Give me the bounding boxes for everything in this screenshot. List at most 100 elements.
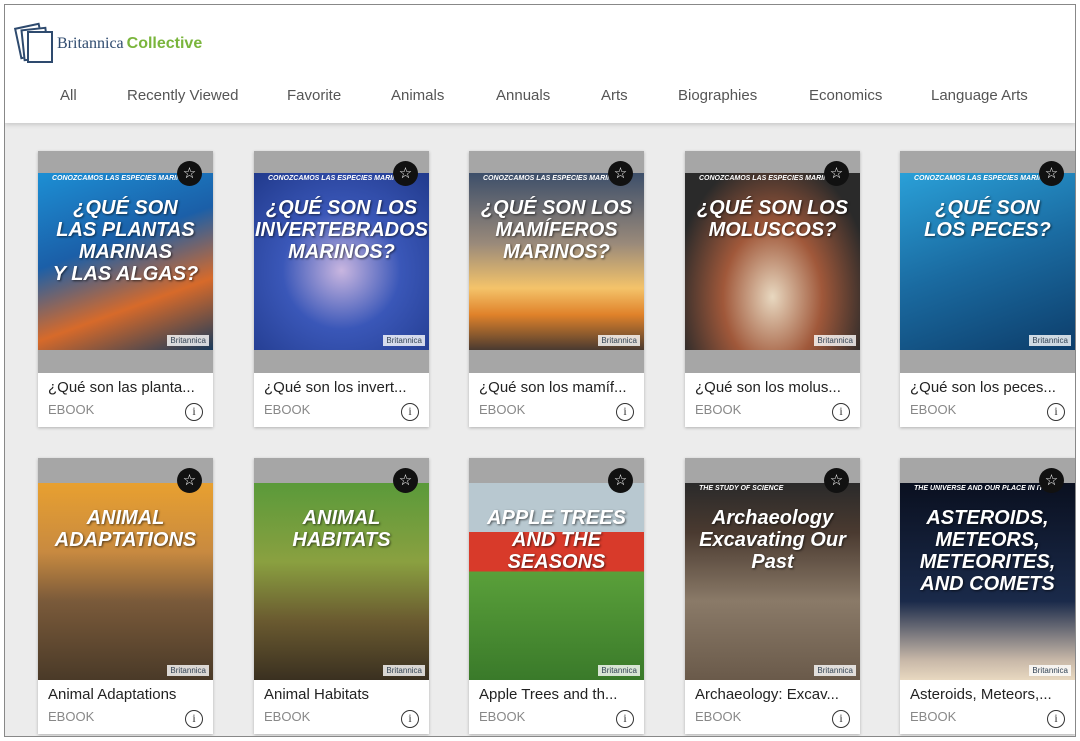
star-icon[interactable]: ☆ (177, 161, 202, 186)
book-title[interactable]: ¿Qué son los peces... (910, 379, 1065, 396)
book-title[interactable]: Animal Habitats (264, 686, 419, 703)
cover-series: CONOZCAMOS LAS ESPECIES MARINAS (52, 175, 191, 182)
book-thumbnail[interactable]: ANIMAL HABITATS Britannica ☆ (254, 458, 429, 680)
star-icon[interactable]: ☆ (608, 161, 633, 186)
star-icon[interactable]: ☆ (1039, 468, 1064, 493)
cover-publisher: Britannica (814, 335, 856, 346)
cover-publisher: Britannica (1029, 335, 1071, 346)
book-title[interactable]: Apple Trees and th... (479, 686, 634, 703)
book-type: EBOOK (48, 402, 95, 417)
book-meta: ¿Qué son las planta... EBOOK i (38, 373, 213, 427)
book-cover: CONOZCAMOS LAS ESPECIES MARINAS ¿QUÉ SON… (38, 173, 213, 350)
book-title[interactable]: ¿Qué son los molus... (695, 379, 850, 396)
book-card[interactable]: ANIMAL HABITATS Britannica ☆ Animal Habi… (254, 458, 429, 734)
book-type: EBOOK (910, 709, 957, 724)
book-thumbnail[interactable]: CONOZCAMOS LAS ESPECIES MARINAS ¿QUÉ SON… (469, 151, 644, 373)
book-thumbnail[interactable]: APPLE TREES AND THE SEASONS Britannica ☆ (469, 458, 644, 680)
book-title[interactable]: Archaeology: Excav... (695, 686, 850, 703)
book-card[interactable]: CONOZCAMOS LAS ESPECIES MARINAS ¿QUÉ SON… (38, 151, 213, 427)
star-icon[interactable]: ☆ (177, 468, 202, 493)
book-cover: CONOZCAMOS LAS ESPECIES MARINAS ¿QUÉ SON… (685, 173, 860, 350)
book-thumbnail[interactable]: ANIMAL ADAPTATIONS Britannica ☆ (38, 458, 213, 680)
cover-title: ¿QUÉ SON LOS PECES? (924, 197, 1051, 241)
book-thumbnail[interactable]: CONOZCAMOS LAS ESPECIES MARINAS ¿QUÉ SON… (38, 151, 213, 373)
book-card[interactable]: CONOZCAMOS LAS ESPECIES MARINAS ¿QUÉ SON… (469, 151, 644, 427)
book-title[interactable]: Asteroids, Meteors,... (910, 686, 1065, 703)
nav-tab-arts[interactable]: Arts (601, 87, 628, 104)
cover-publisher: Britannica (167, 335, 209, 346)
star-icon[interactable]: ☆ (393, 468, 418, 493)
book-title[interactable]: ¿Qué son los invert... (264, 379, 419, 396)
book-card[interactable]: THE UNIVERSE AND OUR PLACE IN IT ASTEROI… (900, 458, 1075, 734)
cover-publisher: Britannica (167, 665, 209, 676)
star-icon[interactable]: ☆ (824, 468, 849, 493)
cover-title: APPLE TREES AND THE SEASONS (487, 507, 626, 573)
info-icon[interactable]: i (616, 403, 634, 421)
info-icon[interactable]: i (401, 403, 419, 421)
info-icon[interactable]: i (832, 403, 850, 421)
book-meta: Animal Adaptations EBOOK i (38, 680, 213, 734)
nav-tab-animals[interactable]: Animals (391, 87, 444, 104)
info-icon[interactable]: i (1047, 403, 1065, 421)
cover-title: ¿QUÉ SON LOS MAMÍFEROS MARINOS? (480, 197, 633, 263)
nav-tab-annuals[interactable]: Annuals (496, 87, 550, 104)
cover-title: ASTEROIDS, METEORS, METEORITES, AND COME… (919, 507, 1056, 595)
info-icon[interactable]: i (185, 403, 203, 421)
book-type: EBOOK (479, 709, 526, 724)
book-card[interactable]: APPLE TREES AND THE SEASONS Britannica ☆… (469, 458, 644, 734)
info-icon[interactable]: i (1047, 710, 1065, 728)
book-type: EBOOK (264, 709, 311, 724)
nav-tab-recently-viewed[interactable]: Recently Viewed (127, 87, 238, 104)
cover-publisher: Britannica (814, 665, 856, 676)
book-card[interactable]: CONOZCAMOS LAS ESPECIES MARINAS ¿QUÉ SON… (254, 151, 429, 427)
cover-title: ¿QUÉ SON LOS MOLUSCOS? (696, 197, 849, 241)
book-cover: THE UNIVERSE AND OUR PLACE IN IT ASTEROI… (900, 483, 1075, 680)
book-meta: ¿Qué son los molus... EBOOK i (685, 373, 860, 427)
nav-tab-economics[interactable]: Economics (809, 87, 882, 104)
cover-title: ¿QUÉ SON LAS PLANTAS MARINAS Y LAS ALGAS… (52, 197, 199, 285)
app-window: Britannica Collective All Recently Viewed… (4, 4, 1076, 737)
nav-tab-biographies[interactable]: Biographies (678, 87, 757, 104)
book-meta: ¿Qué son los peces... EBOOK i (900, 373, 1075, 427)
book-thumbnail[interactable]: THE STUDY OF SCIENCE Archaeology Excavat… (685, 458, 860, 680)
info-icon[interactable]: i (401, 710, 419, 728)
book-thumbnail[interactable]: CONOZCAMOS LAS ESPECIES MARINAS ¿QUÉ SON… (900, 151, 1075, 373)
book-cover: ANIMAL HABITATS Britannica (254, 483, 429, 680)
nav-tab-language-arts[interactable]: Language Arts (931, 87, 1028, 104)
nav-tab-favorite[interactable]: Favorite (287, 87, 341, 104)
info-icon[interactable]: i (832, 710, 850, 728)
book-meta: Animal Habitats EBOOK i (254, 680, 429, 734)
book-title[interactable]: ¿Qué son los mamíf... (479, 379, 634, 396)
nav-tab-all[interactable]: All (60, 87, 77, 104)
cover-title: ANIMAL HABITATS (292, 507, 391, 551)
book-thumbnail[interactable]: CONOZCAMOS LAS ESPECIES MARINAS ¿QUÉ SON… (254, 151, 429, 373)
book-type: EBOOK (695, 709, 742, 724)
star-icon[interactable]: ☆ (824, 161, 849, 186)
cover-series: CONOZCAMOS LAS ESPECIES MARINAS (268, 175, 407, 182)
cover-publisher: Britannica (598, 665, 640, 676)
cover-title: Archaeology Excavating Our Past (699, 507, 846, 573)
star-icon[interactable]: ☆ (1039, 161, 1064, 186)
book-card[interactable]: CONOZCAMOS LAS ESPECIES MARINAS ¿QUÉ SON… (685, 151, 860, 427)
book-title[interactable]: Animal Adaptations (48, 686, 203, 703)
logo[interactable]: Britannica Collective (13, 22, 202, 65)
book-type: EBOOK (479, 402, 526, 417)
star-icon[interactable]: ☆ (608, 468, 633, 493)
book-card[interactable]: CONOZCAMOS LAS ESPECIES MARINAS ¿QUÉ SON… (900, 151, 1075, 427)
book-cover: APPLE TREES AND THE SEASONS Britannica (469, 483, 644, 680)
info-icon[interactable]: i (185, 710, 203, 728)
cover-title: ANIMAL ADAPTATIONS (54, 507, 197, 551)
book-cover: CONOZCAMOS LAS ESPECIES MARINAS ¿QUÉ SON… (469, 173, 644, 350)
book-meta: ¿Qué son los invert... EBOOK i (254, 373, 429, 427)
book-card[interactable]: ANIMAL ADAPTATIONS Britannica ☆ Animal A… (38, 458, 213, 734)
book-card[interactable]: THE STUDY OF SCIENCE Archaeology Excavat… (685, 458, 860, 734)
cover-title: ¿QUÉ SON LOS INVERTEBRADOS MARINOS? (255, 197, 428, 263)
info-icon[interactable]: i (616, 710, 634, 728)
book-thumbnail[interactable]: THE UNIVERSE AND OUR PLACE IN IT ASTEROI… (900, 458, 1075, 680)
cover-publisher: Britannica (1029, 665, 1071, 676)
book-thumbnail[interactable]: CONOZCAMOS LAS ESPECIES MARINAS ¿QUÉ SON… (685, 151, 860, 373)
cover-series: CONOZCAMOS LAS ESPECIES MARINAS (699, 175, 838, 182)
book-meta: Apple Trees and th... EBOOK i (469, 680, 644, 734)
star-icon[interactable]: ☆ (393, 161, 418, 186)
book-title[interactable]: ¿Qué son las planta... (48, 379, 203, 396)
